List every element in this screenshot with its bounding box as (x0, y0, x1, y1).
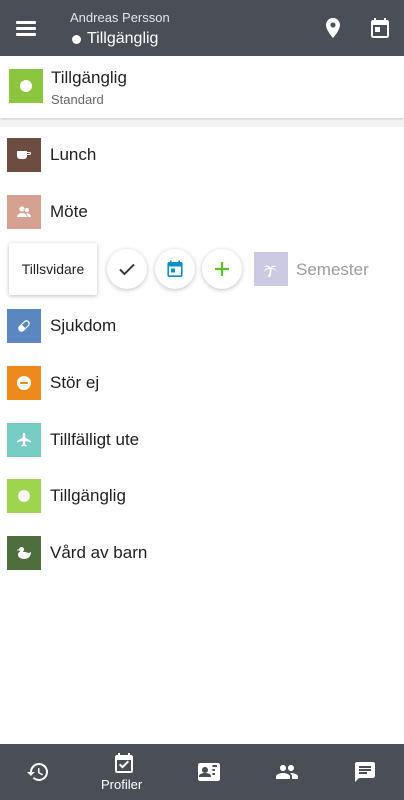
user-status-label: Tillgänglig (87, 30, 159, 47)
pill-icon (7, 309, 41, 343)
nav-history[interactable] (0, 744, 80, 800)
calendar-icon[interactable] (155, 249, 195, 289)
profiles-icon (115, 753, 133, 773)
minus-circle-icon (7, 366, 41, 400)
status-dot-icon (72, 34, 81, 44)
status-item-label: Sjukdom (50, 316, 117, 335)
nav-messages[interactable] (328, 744, 404, 800)
current-status-title: Tillgänglig (51, 68, 127, 87)
coffee-icon (7, 138, 41, 172)
dot-icon (7, 479, 41, 513)
menu-icon[interactable] (10, 12, 42, 44)
status-item-mote[interactable]: Möte (0, 195, 404, 245)
current-status-card[interactable]: Tillgänglig Standard (0, 56, 404, 118)
chat-icon (355, 762, 375, 782)
status-item-tillganglig[interactable]: Tillgänglig (0, 479, 404, 529)
check-icon[interactable] (107, 249, 147, 289)
location-pin-icon[interactable] (321, 16, 345, 40)
status-item-label: Lunch (50, 145, 97, 164)
user-name: Andreas Persson (70, 10, 170, 25)
status-item-sjukdom[interactable]: Sjukdom (0, 309, 404, 359)
status-item-label: Vård av barn (50, 543, 148, 562)
status-item-stor-ej[interactable]: Stör ej (0, 366, 404, 416)
status-item-tillfalligt-ute[interactable]: Tillfälligt ute (0, 423, 404, 473)
airplane-icon (7, 423, 41, 457)
status-item-label: Möte (50, 202, 88, 221)
contact-card-icon (198, 763, 220, 781)
group-icon (276, 765, 298, 779)
duration-button[interactable]: Tillsvidare (9, 243, 97, 295)
nav-profiles[interactable]: Profiler (82, 744, 164, 800)
nav-contacts[interactable] (166, 744, 246, 800)
calendar-icon[interactable] (368, 16, 392, 40)
status-item-label: Stör ej (50, 373, 100, 392)
current-status-badge (9, 69, 43, 103)
palm-tree-icon (254, 252, 288, 286)
dot-icon (20, 80, 32, 92)
status-item-label: Tillgänglig (50, 486, 126, 505)
divider (0, 120, 404, 127)
bottom-navigation: Profiler (0, 744, 404, 800)
semester-label: Semester (296, 260, 369, 279)
status-options-row: Tillsvidare Semester (0, 243, 404, 295)
people-icon (7, 195, 41, 229)
current-status-subtitle: Standard (51, 92, 104, 107)
duck-icon (7, 536, 41, 570)
top-app-bar: Andreas Persson Tillgänglig (0, 0, 404, 56)
status-item-lunch[interactable]: Lunch (0, 138, 404, 188)
history-icon (27, 762, 49, 781)
user-status[interactable]: Tillgänglig (72, 30, 158, 48)
nav-colleagues[interactable] (248, 744, 326, 800)
status-item-vard-av-barn[interactable]: Vård av barn (0, 536, 404, 586)
status-item-label: Tillfälligt ute (50, 430, 140, 449)
nav-profiles-label: Profiler (101, 777, 143, 792)
plus-icon[interactable] (202, 249, 242, 289)
duration-label: Tillsvidare (21, 261, 85, 277)
